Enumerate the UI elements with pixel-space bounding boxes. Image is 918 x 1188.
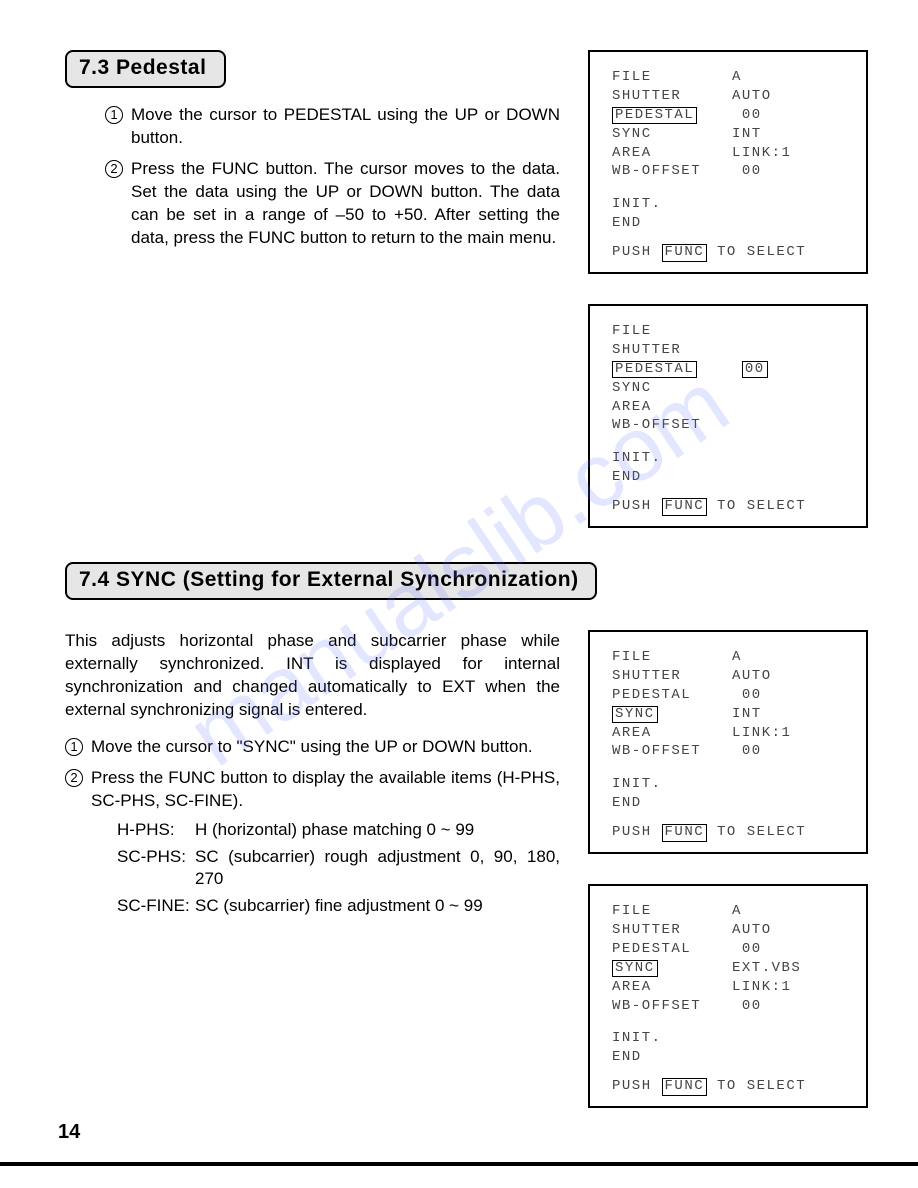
value-shutter: AUTO [732, 87, 852, 106]
label-sync: SYNC [612, 379, 732, 398]
def-scphs: SC-PHS:SC (subcarrier) rough adjustment … [117, 846, 560, 892]
label-file: FILE [612, 902, 732, 921]
label-area: AREA [612, 144, 732, 163]
value-file: A [732, 902, 852, 921]
func-button-label: FUNC [662, 498, 708, 515]
menu-screen-sync-int: FILEA SHUTTERAUTO PEDESTAL 00 SYNC INT AR… [588, 630, 868, 854]
label-file: FILE [612, 322, 732, 341]
label-area: AREA [612, 978, 732, 997]
value-sync: INT [732, 125, 852, 144]
section-7-4-intro: This adjusts horizontal phase and subcar… [65, 630, 560, 722]
label-pedestal-boxed: PEDESTAL [612, 107, 697, 124]
value-sync: EXT.VBS [732, 959, 852, 978]
label-area: AREA [612, 398, 732, 417]
label-init: INIT. [612, 449, 662, 468]
value-area: LINK:1 [732, 724, 852, 743]
label-pedestal: PEDESTAL [612, 686, 732, 705]
label-init: INIT. [612, 195, 662, 214]
step-number-1: 1 [65, 738, 83, 756]
label-init: INIT. [612, 1029, 662, 1048]
label-shutter: SHUTTER [612, 921, 732, 940]
value-pedestal: 00 [742, 687, 762, 703]
value-area: LINK:1 [732, 978, 852, 997]
menu-screen-pedestal-edit: FILE SHUTTER PEDESTAL 00 SYNC AREA WB-OF… [588, 304, 868, 528]
label-end: END [612, 1048, 642, 1067]
section-7-3-heading: 7.3 Pedestal [65, 50, 226, 88]
value-shutter: AUTO [732, 667, 852, 686]
label-sync-boxed: SYNC [612, 706, 658, 723]
value-shutter: AUTO [732, 921, 852, 940]
label-shutter: SHUTTER [612, 341, 732, 360]
step-7-4-2-text: Press the FUNC button to display the ava… [91, 767, 560, 923]
footer-rule [0, 1162, 918, 1166]
value-pedestal-boxed: 00 [742, 361, 768, 378]
label-wboffset: WB-OFFSET [612, 162, 732, 181]
value-file: A [732, 648, 852, 667]
label-init: INIT. [612, 775, 662, 794]
label-shutter: SHUTTER [612, 87, 732, 106]
push-func-line: PUSH FUNC TO SELECT [612, 1077, 852, 1096]
step-2-text: Press the FUNC button. The cursor moves … [131, 158, 560, 250]
menu-screen-sync-ext: FILEA SHUTTERAUTO PEDESTAL 00 SYNC EXT.VB… [588, 884, 868, 1108]
label-file: FILE [612, 68, 732, 87]
value-pedestal: 00 [742, 941, 762, 957]
step-2: 2 Press the FUNC button. The cursor move… [105, 158, 560, 250]
step-number-2: 2 [65, 769, 83, 787]
value-sync: INT [732, 705, 852, 724]
value-wboffset: 00 [742, 743, 762, 759]
section-7-4-heading: 7.4 SYNC (Setting for External Synchroni… [65, 562, 597, 600]
label-end: END [612, 794, 642, 813]
value-wboffset: 00 [742, 998, 762, 1014]
step-number-2: 2 [105, 160, 123, 178]
menu-screen-pedestal-select: FILEA SHUTTERAUTO PEDESTAL 00 SYNCINT AR… [588, 50, 868, 274]
label-wboffset: WB-OFFSET [612, 416, 732, 435]
value-file: A [732, 68, 852, 87]
push-func-line: PUSH FUNC TO SELECT [612, 497, 852, 516]
value-wboffset: 00 [742, 163, 762, 179]
def-scfine: SC-FINE:SC (subcarrier) fine adjustment … [117, 895, 560, 918]
step-7-4-1: 1 Move the cursor to "SYNC" using the UP… [65, 736, 560, 759]
label-sync: SYNC [612, 125, 732, 144]
func-button-label: FUNC [662, 824, 708, 841]
label-wboffset: WB-OFFSET [612, 742, 732, 761]
step-7-4-1-text: Move the cursor to "SYNC" using the UP o… [91, 736, 560, 759]
push-func-line: PUSH FUNC TO SELECT [612, 243, 852, 262]
label-pedestal-boxed: PEDESTAL [612, 361, 697, 378]
step-number-1: 1 [105, 106, 123, 124]
label-file: FILE [612, 648, 732, 667]
func-button-label: FUNC [662, 244, 708, 261]
label-end: END [612, 468, 642, 487]
value-pedestal: 00 [742, 107, 762, 123]
label-sync-boxed: SYNC [612, 960, 658, 977]
step-1: 1 Move the cursor to PEDESTAL using the … [105, 104, 560, 150]
func-button-label: FUNC [662, 1078, 708, 1095]
label-area: AREA [612, 724, 732, 743]
value-area: LINK:1 [732, 144, 852, 163]
step-1-text: Move the cursor to PEDESTAL using the UP… [131, 104, 560, 150]
page-number: 14 [58, 1121, 80, 1144]
label-wboffset: WB-OFFSET [612, 997, 732, 1016]
def-hphs: H-PHS:H (horizontal) phase matching 0 ~ … [117, 819, 560, 842]
label-shutter: SHUTTER [612, 667, 732, 686]
label-pedestal: PEDESTAL [612, 940, 732, 959]
push-func-line: PUSH FUNC TO SELECT [612, 823, 852, 842]
step-7-4-2: 2 Press the FUNC button to display the a… [65, 767, 560, 923]
label-end: END [612, 214, 642, 233]
